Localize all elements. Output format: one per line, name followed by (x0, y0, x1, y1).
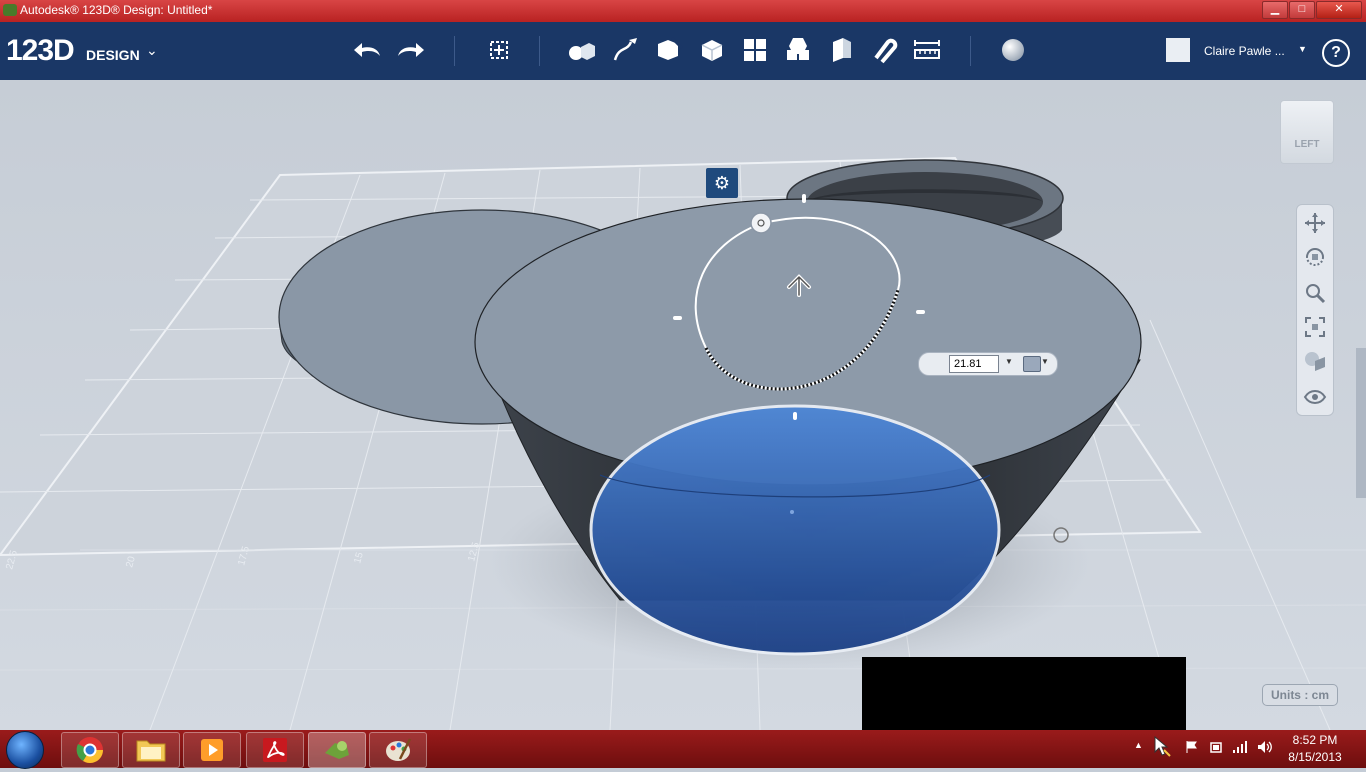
scale-handle-top[interactable] (802, 194, 806, 203)
window-title: Autodesk® 123D® Design: Untitled* (20, 3, 213, 17)
sketch-button[interactable] (610, 34, 642, 66)
taskbar-explorer[interactable] (122, 732, 180, 768)
scale-handle-left[interactable] (673, 316, 682, 320)
group-icon (787, 38, 809, 60)
modify-icon (701, 40, 723, 61)
action-center-flag-icon[interactable] (1185, 740, 1199, 754)
avatar[interactable] (1166, 38, 1190, 62)
app-icon (3, 4, 17, 16)
start-button[interactable] (6, 731, 44, 769)
toolbar-separator (970, 36, 971, 66)
transform-button[interactable] (483, 34, 515, 66)
toolbar-separator (539, 36, 540, 66)
side-panel-tab[interactable] (1356, 348, 1366, 498)
media-player-icon (201, 739, 223, 761)
material-icon (1002, 39, 1024, 61)
pattern-icon (744, 39, 766, 61)
clock-date[interactable]: 8/15/2013 (1280, 750, 1350, 764)
chevron-down-icon[interactable]: ▼ (1005, 357, 1013, 366)
snap-icon (874, 38, 898, 64)
clock-time[interactable]: 8:52 PM (1280, 733, 1350, 747)
redo-button[interactable] (394, 34, 426, 66)
redo-icon (398, 43, 424, 57)
angle-value-input[interactable] (949, 355, 999, 373)
network-signal-icon[interactable] (1232, 740, 1248, 754)
zoom-icon[interactable] (1303, 281, 1327, 305)
volume-icon[interactable] (1257, 740, 1273, 754)
taskbar-chrome[interactable] (61, 732, 119, 768)
scene-canvas[interactable]: 22.5 20 17.5 15 12.5 10 (0, 80, 1366, 730)
view-cube[interactable]: LEFT (1280, 100, 1334, 164)
transform-icon (490, 41, 508, 59)
face-handle[interactable] (793, 412, 797, 420)
measure-icon (914, 40, 940, 59)
dimension-widget: ▼ ▼ (918, 352, 1058, 376)
primitives-button[interactable] (566, 34, 598, 66)
user-name[interactable]: Claire Pawle ... (1204, 44, 1285, 58)
chrome-icon (76, 737, 104, 764)
modify-button[interactable] (696, 34, 728, 66)
ruler-label: 20 (124, 555, 138, 569)
measure-button[interactable] (911, 34, 943, 66)
tray-cursor-icon (1154, 736, 1171, 757)
settings-gear-button[interactable]: ⚙ (706, 168, 738, 198)
window-title-bar: Autodesk® 123D® Design: Untitled* ▁ □ ✕ (0, 0, 1366, 22)
main-toolbar: 123D DESIGN ⌄ Claire Pawle ... ▼ ? (0, 22, 1366, 80)
group-button[interactable] (782, 34, 814, 66)
undo-button[interactable] (352, 34, 384, 66)
fit-icon[interactable] (1303, 315, 1327, 339)
tray-expand-icon[interactable]: ▲ (1134, 740, 1143, 750)
visibility-icon[interactable] (1303, 385, 1327, 409)
redacted-overlay (862, 657, 1186, 730)
combine-icon (833, 38, 851, 62)
sketch-icon (613, 38, 637, 61)
minimize-button[interactable]: ▁ (1262, 1, 1288, 19)
snap-button[interactable] (868, 34, 900, 66)
user-menu-chevron-icon[interactable]: ▼ (1298, 44, 1307, 54)
viewcube-face-label: LEFT (1294, 139, 1320, 150)
orbit-icon[interactable] (1303, 245, 1327, 269)
selected-face[interactable] (589, 404, 1001, 656)
power-icon[interactable] (1209, 740, 1223, 754)
3d-viewport[interactable]: 22.5 20 17.5 15 12.5 10 (0, 80, 1366, 730)
taskbar: ▲ 8:52 PM 8/15/2013 (0, 730, 1366, 769)
123d-app-icon (325, 741, 349, 759)
toolbar-separator (454, 36, 455, 66)
units-indicator[interactable]: Units : cm (1262, 684, 1338, 706)
folder-icon (136, 740, 166, 762)
combine-button[interactable] (825, 34, 857, 66)
taskbar-adobe-reader[interactable] (246, 732, 304, 768)
undo-icon (354, 43, 380, 57)
taskbar-123d-design[interactable] (308, 732, 366, 768)
scale-handle-right[interactable] (916, 310, 925, 314)
snap-cube-icon[interactable] (1023, 356, 1041, 372)
close-button[interactable]: ✕ (1316, 1, 1362, 19)
maximize-button[interactable]: □ (1289, 1, 1315, 19)
logo-main: 123D (6, 34, 75, 67)
paint-icon (386, 738, 412, 761)
help-button[interactable]: ? (1322, 39, 1350, 67)
logo-sub: DESIGN (86, 47, 140, 63)
chevron-down-icon: ⌄ (146, 42, 158, 58)
pattern-button[interactable] (739, 34, 771, 66)
taskbar-media-player[interactable] (183, 732, 241, 768)
construct-button[interactable] (653, 34, 685, 66)
chevron-down-icon[interactable]: ▼ (1041, 357, 1049, 366)
primitives-icon (569, 43, 595, 60)
pan-icon[interactable] (1303, 211, 1327, 235)
navigation-bar (1296, 204, 1334, 416)
taskbar-paint[interactable] (369, 732, 427, 768)
pdf-icon (263, 738, 287, 762)
material-button[interactable] (997, 34, 1029, 66)
ruler-label: 15 (352, 551, 366, 565)
construct-icon (658, 36, 684, 60)
rotate-handle[interactable] (750, 212, 772, 234)
view-style-icon[interactable] (1303, 349, 1327, 373)
